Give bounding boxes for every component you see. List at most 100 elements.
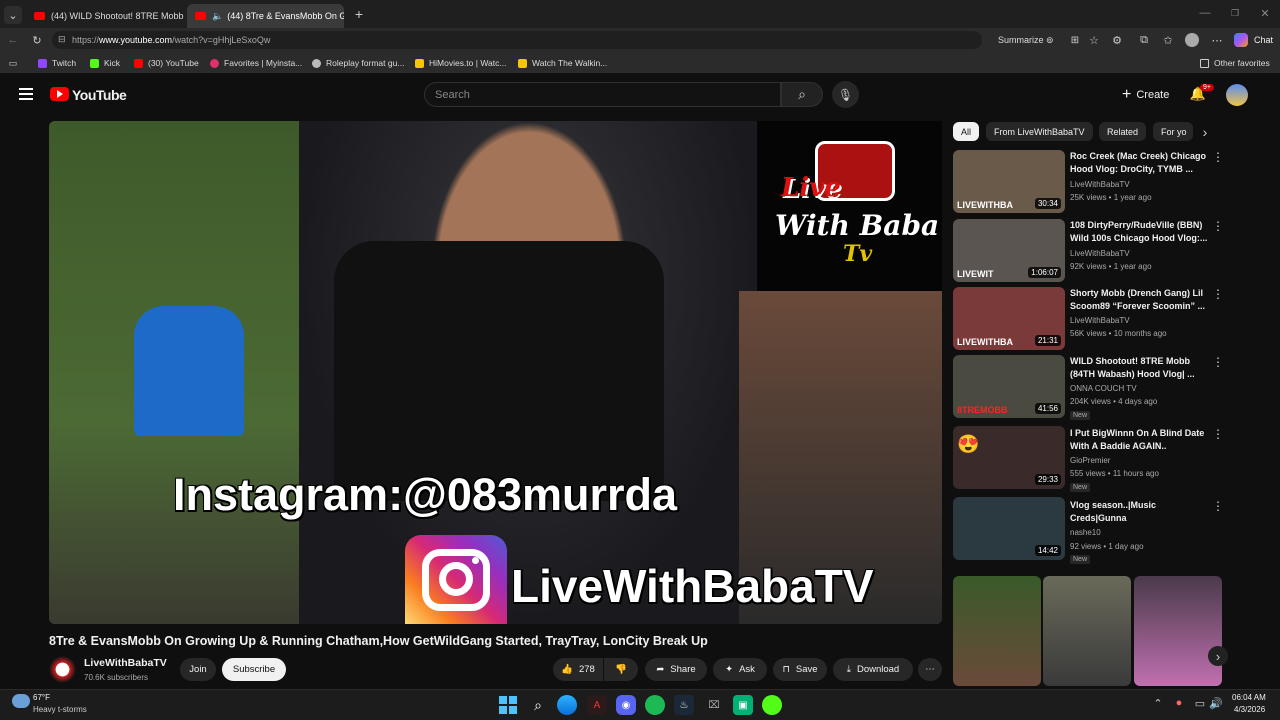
short-thumbnail[interactable] [953,576,1041,686]
short-thumbnail[interactable] [1134,576,1222,686]
rec-menu-icon[interactable]: ⋮ [1212,427,1224,441]
app-icon-x[interactable]: ⌧ [704,695,724,715]
more-options-icon[interactable]: ⋯ [1210,33,1224,47]
extensions-icon[interactable]: ⚙ [1110,33,1124,47]
other-favorites[interactable]: Other favorites [1200,56,1270,70]
edge-icon[interactable] [557,695,577,715]
address-field[interactable]: ⊟ https://www.youtube.com/watch?v=gHhjLe… [52,31,982,49]
rec-channel[interactable]: LiveWithBabaTV [1070,316,1130,325]
maximize-icon[interactable]: ❐ [1228,6,1242,20]
rec-menu-icon[interactable]: ⋮ [1212,355,1224,369]
favorite-star-icon[interactable]: ☆ [1087,33,1101,47]
steam-icon[interactable]: ♨ [674,695,694,715]
rec-menu-icon[interactable]: ⋮ [1212,499,1224,513]
rec-menu-icon[interactable]: ⋮ [1212,287,1224,301]
chip-for-you[interactable]: For yo [1153,122,1193,141]
rec-title[interactable]: 108 DirtyPerry/RudeVille (BBN) Wild 100s… [1070,219,1210,245]
dislike-button[interactable]: 👎 [604,658,638,681]
favorite-myinsta[interactable]: Favorites | Myinsta... [210,56,302,70]
account-avatar[interactable] [1226,84,1248,106]
rec-channel[interactable]: GioPremier [1070,456,1110,465]
summarize-button[interactable]: Summarize ⊚ [998,35,1054,46]
rec-title[interactable]: Vlog season..|Music Creds|Gunna [1070,499,1210,525]
weather-temp[interactable]: 67°F [33,693,50,702]
chip-related[interactable]: Related [1099,122,1147,141]
youtube-logo-text[interactable]: YouTube [72,87,127,103]
create-button[interactable]: + Create [1122,86,1169,104]
join-button[interactable]: Join [180,658,216,681]
rec-title[interactable]: Shorty Mobb (Drench Gang) Lil Scoom89 “F… [1070,287,1210,313]
close-window-icon[interactable]: ✕ [1258,6,1272,20]
favorite-kick[interactable]: Kick [90,56,120,70]
copilot-icon[interactable] [1234,33,1248,47]
download-button[interactable]: ⤓ Download [833,658,913,681]
app-icon-lime[interactable] [762,695,782,715]
split-screen-icon[interactable]: ⧉ [1137,33,1151,47]
chevron-right-icon[interactable]: › [1198,124,1212,140]
short-thumbnail[interactable] [1043,576,1131,686]
rec-title[interactable]: Roc Creek (Mac Creek) Chicago Hood Vlog:… [1070,150,1210,176]
discord-icon[interactable]: ◉ [616,695,636,715]
read-mode-icon[interactable]: ⊞ [1068,33,1082,47]
tray-overflow-chevron-icon[interactable]: ⌃ [1152,697,1164,710]
rec-title[interactable]: WILD Shootout! 8TRE Mobb (84TH Wabash) H… [1070,355,1210,381]
thumbnail[interactable]: 8TREMOBB 41:56 [953,355,1065,418]
favorite-himovies[interactable]: HiMovies.to | Watc... [415,56,506,70]
site-info-icon[interactable]: ⊟ [58,34,66,45]
channel-name[interactable]: LiveWithBabaTV [84,657,167,669]
favorite-walking[interactable]: Watch The Walkin... [518,56,607,70]
search-input[interactable]: Search [424,82,781,107]
chip-from-channel[interactable]: From LiveWithBabaTV [986,122,1093,141]
back-icon[interactable]: ← [6,33,20,47]
more-actions-icon[interactable]: ⋯ [918,658,942,681]
thumbnail[interactable]: 14:42 [953,497,1065,560]
collections-icon[interactable]: ▭ [6,56,20,70]
youtube-logo-icon[interactable] [50,87,69,101]
new-tab-icon[interactable]: + [350,6,368,22]
rec-menu-icon[interactable]: ⋮ [1212,219,1224,233]
speaker-icon[interactable]: 🔈 [212,11,223,22]
app-icon-a[interactable]: A [587,695,607,715]
tab-active-video[interactable]: 🔈 (44) 8Tre & EvansMobb On G ✕ [187,4,344,28]
chat-button[interactable]: Chat [1254,35,1273,45]
hamburger-menu-icon[interactable] [19,88,33,100]
reload-icon[interactable]: ↻ [30,33,44,47]
shorts-next-chevron-icon[interactable]: › [1208,646,1228,666]
thumbnail[interactable]: 😍 29:33 [953,426,1065,489]
rec-channel[interactable]: nashe10 [1070,528,1101,537]
xbox-icon[interactable] [645,695,665,715]
channel-avatar[interactable] [49,656,76,683]
tab-wild-shootout[interactable]: (44) WILD Shootout! 8TRE Mobb ( ✕ [26,4,186,28]
clock-date[interactable]: 4/3/2026 [1234,705,1265,714]
clock-time[interactable]: 06:04 AM [1232,693,1266,702]
thumbnail[interactable]: LIVEWITHBA 30:34 [953,150,1065,213]
thumbnail[interactable]: LIVEWIT 1:06:07 [953,219,1065,282]
weather-icon[interactable] [12,694,30,708]
tab-list-chevron-icon[interactable]: ⌄ [4,6,22,24]
start-windows-icon[interactable] [498,695,518,715]
favorites-icon[interactable]: ✩ [1161,33,1175,47]
search-button[interactable]: ⌕ [781,82,823,107]
rec-title[interactable]: I Put BigWinnn On A Blind Date With A Ba… [1070,427,1210,453]
rec-channel[interactable]: LiveWithBabaTV [1070,249,1130,258]
rec-menu-icon[interactable]: ⋮ [1212,150,1224,164]
minimize-icon[interactable]: — [1198,6,1212,20]
chip-all[interactable]: All [953,122,980,141]
share-button[interactable]: ➦ Share [645,658,707,681]
profile-avatar[interactable] [1185,33,1199,47]
like-button[interactable]: 👍 278 [553,658,603,681]
rec-channel[interactable]: LiveWithBabaTV [1070,180,1130,189]
thumbnail[interactable]: LIVEWITHBA 21:31 [953,287,1065,350]
app-icon-green[interactable]: ▣ [733,695,753,715]
taskbar-search-icon[interactable]: ⌕ [528,695,548,715]
subscribe-button[interactable]: Subscribe [222,658,286,681]
favorite-youtube[interactable]: (30) YouTube [134,56,199,70]
voice-search-icon[interactable]: 🎙 [832,81,859,108]
microphone-tray-icon[interactable]: ● [1173,697,1185,709]
display-tray-icon[interactable]: ▭ [1194,697,1206,710]
favorite-roleplay[interactable]: Roleplay format gu... [312,56,404,70]
volume-tray-icon[interactable]: 🔊 [1209,697,1223,710]
favorite-twitch[interactable]: Twitch [38,56,76,70]
ask-button[interactable]: ✦ Ask [713,658,767,681]
save-button[interactable]: ⊓ Save [773,658,827,681]
